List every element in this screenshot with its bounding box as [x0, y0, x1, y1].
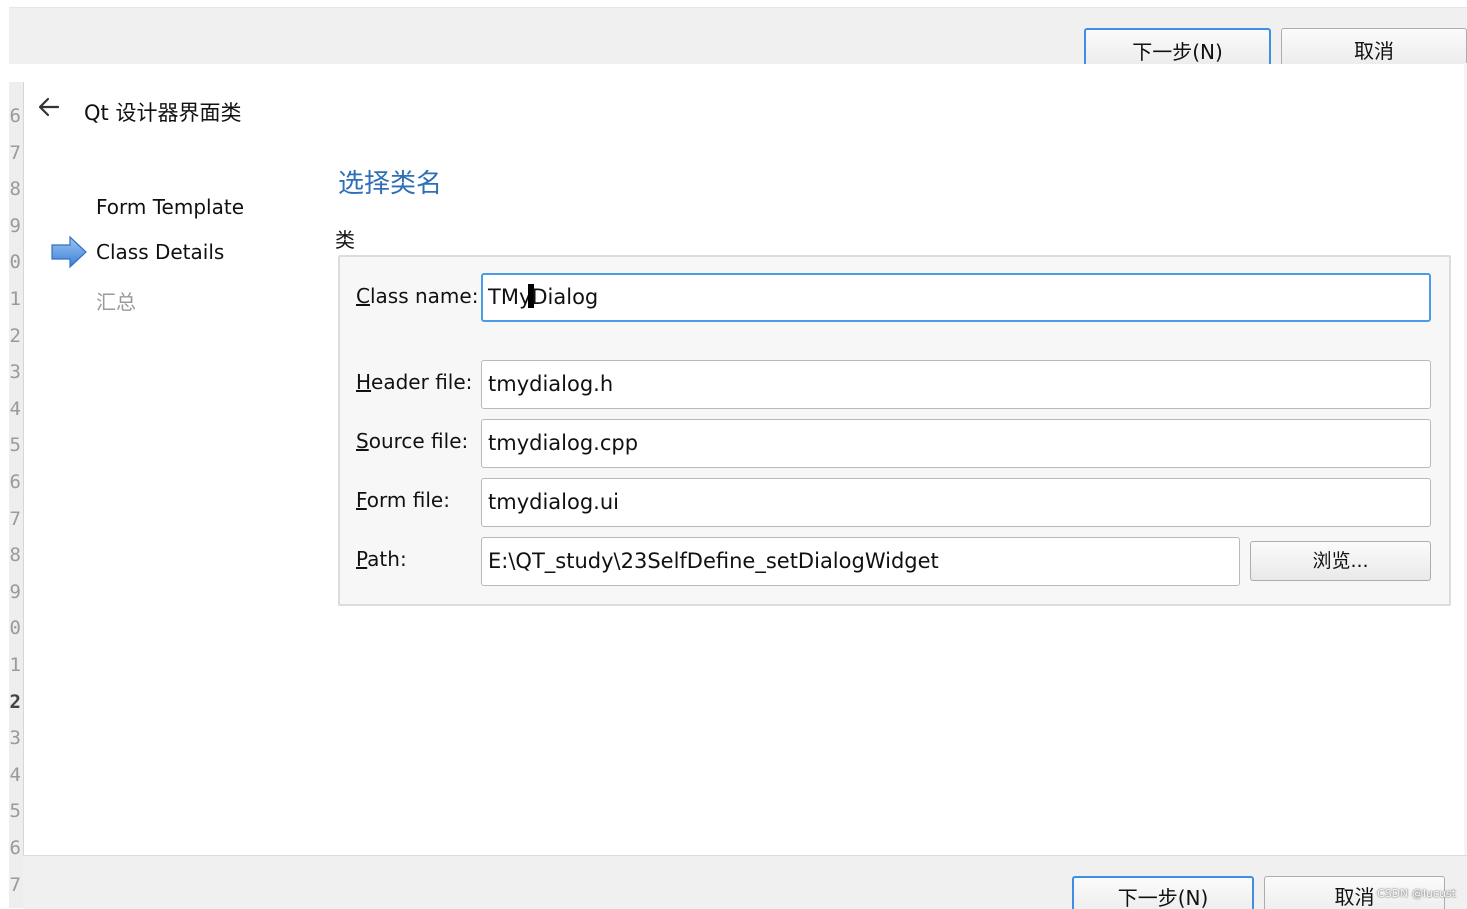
class-name-label: Class name: [356, 284, 479, 308]
form-file-input[interactable]: tmydialog.ui [481, 478, 1431, 527]
browse-button[interactable]: 浏览... [1250, 541, 1431, 581]
current-step-arrow-icon [51, 235, 87, 269]
line-number: 4 [9, 763, 21, 786]
line-number: 6 [9, 471, 21, 493]
form-file-label: Form file: [356, 488, 450, 512]
line-number: 2 [9, 324, 21, 347]
line-number: 5 [9, 800, 21, 823]
line-number: 1 [9, 288, 21, 310]
top-cancel-button[interactable]: 取消 [1281, 28, 1467, 64]
line-number: 8 [9, 178, 21, 201]
step-summary: 汇总 [96, 290, 136, 314]
step-class-details: Class Details [96, 240, 225, 264]
line-number: 4 [9, 397, 21, 420]
line-number: 2 [9, 690, 21, 713]
class-name-input[interactable]: TMyDialog [481, 273, 1431, 322]
back-arrow-icon[interactable] [36, 94, 62, 120]
class-name-text-before-caret: TMy [488, 285, 532, 309]
line-number: 9 [9, 214, 21, 237]
line-number: 9 [9, 580, 21, 603]
line-number: 7 [9, 873, 21, 896]
line-number: 5 [9, 434, 21, 457]
line-number: 0 [9, 251, 21, 274]
csdn-watermark: CSDN @lucust [1377, 887, 1456, 900]
wizard-button-bar: 下一步(N) 取消 [23, 855, 1467, 909]
next-button[interactable]: 下一步(N) [1072, 876, 1254, 909]
path-label: Path: [356, 547, 407, 571]
class-name-text-after-caret: Dialog [531, 285, 599, 309]
top-next-button[interactable]: 下一步(N) [1084, 28, 1271, 64]
line-number: 3 [9, 361, 21, 384]
line-number: 7 [9, 141, 21, 164]
group-label: 类 [335, 228, 355, 252]
wizard-title: Qt 设计器界面类 [84, 101, 242, 125]
source-file-label: Source file: [356, 429, 469, 453]
line-number: 1 [9, 654, 21, 676]
page-title: 选择类名 [338, 169, 443, 199]
header-file-input[interactable]: tmydialog.h [481, 360, 1431, 409]
header-file-label: Header file: [356, 370, 473, 394]
step-form-template: Form Template [96, 195, 244, 219]
line-number: 6 [9, 837, 21, 859]
line-number: 7 [9, 507, 21, 530]
line-number: 0 [9, 617, 21, 640]
line-number: 3 [9, 727, 21, 750]
previous-dialog-button-bar: 下一步(N) 取消 [9, 7, 1467, 64]
line-number-gutter: 6 7 8 9 0 1 2 3 4 5 6 7 8 9 0 1 2 3 4 5 6 7 [9, 82, 24, 908]
path-input[interactable]: E:\QT_study\23SelfDefine_setDialogWidget [481, 537, 1240, 586]
line-number: 8 [9, 544, 21, 567]
source-file-input[interactable]: tmydialog.cpp [481, 419, 1431, 468]
line-number: 6 [9, 105, 21, 127]
